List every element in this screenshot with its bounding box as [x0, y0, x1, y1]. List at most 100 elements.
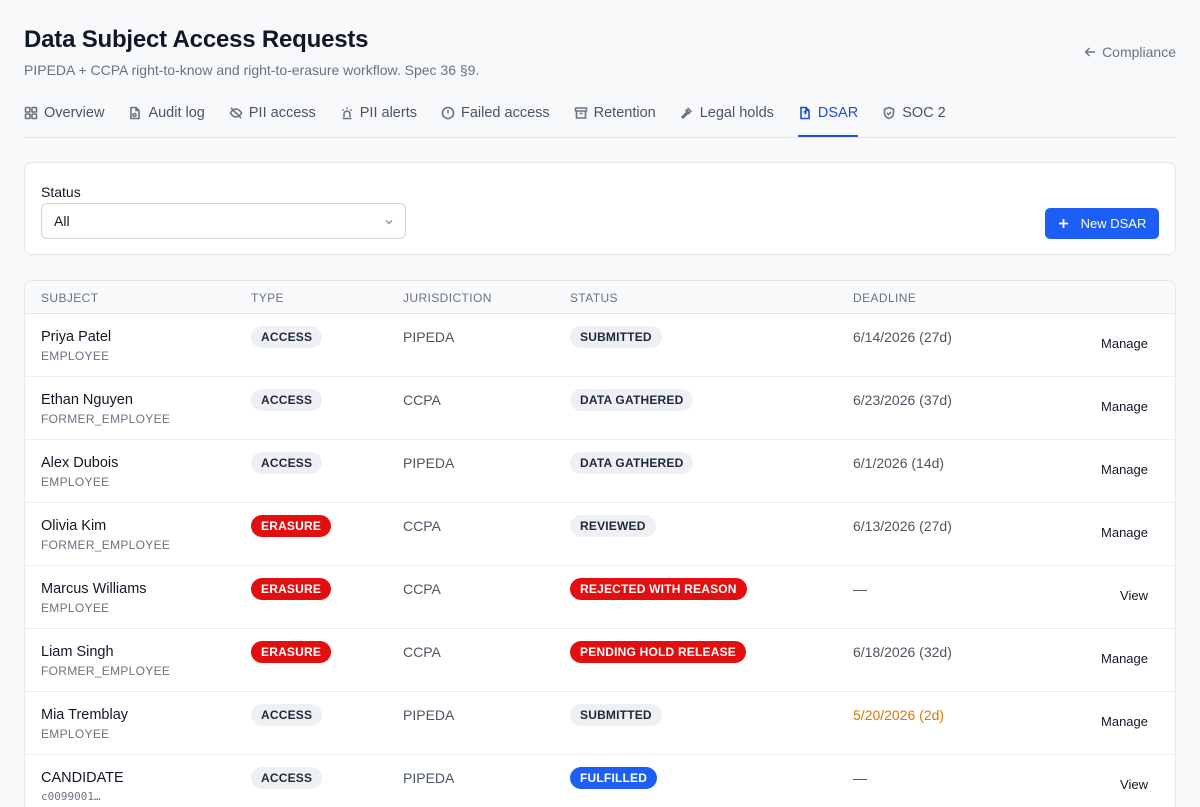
jurisdiction: PIPEDA	[403, 329, 455, 345]
deadline: 6/14/2026 (27d)	[853, 329, 952, 345]
subject-name: Marcus Williams	[41, 581, 147, 597]
subject-name: Priya Patel	[41, 329, 112, 345]
type-badge: ACCESS	[251, 389, 323, 411]
tab-label: Retention	[593, 104, 656, 121]
tab-label: PII alerts	[359, 104, 417, 121]
table-row: Priya Patel EMPLOYEE ACCESS PIPEDA SUBMI…	[25, 314, 1175, 377]
deadline: 6/1/2026 (14d)	[853, 455, 945, 471]
table-header: SUBJECT TYPE JURISDICTION STATUS DEADLIN…	[25, 281, 1175, 314]
tab-label: Failed access	[460, 104, 550, 121]
subject-kind: c0099001…	[41, 790, 101, 803]
tab-label: Overview	[44, 104, 105, 121]
back-link-label: Compliance	[1102, 44, 1176, 60]
new-dsar-button[interactable]: New DSAR	[1045, 208, 1159, 239]
manage-link[interactable]: Manage	[1101, 399, 1148, 414]
status-filter-select[interactable]: All	[41, 203, 406, 239]
status-badge: DATA GATHERED	[570, 452, 694, 474]
type-badge: ACCESS	[251, 767, 323, 789]
tab-label: SOC 2	[902, 104, 946, 121]
alert-circle-icon	[441, 106, 455, 119]
tab-label: Legal holds	[699, 104, 774, 121]
subject-kind: EMPLOYEE	[41, 475, 110, 489]
manage-link[interactable]: Manage	[1101, 714, 1148, 729]
jurisdiction: PIPEDA	[403, 770, 455, 786]
deadline: 6/18/2026 (32d)	[853, 644, 952, 660]
table-row: Mia Tremblay EMPLOYEE ACCESS PIPEDA SUBM…	[25, 692, 1175, 755]
status-badge: FULFILLED	[570, 767, 658, 789]
tab-label: Audit log	[148, 104, 205, 121]
manage-link[interactable]: Manage	[1101, 462, 1148, 477]
tab-dsar[interactable]: DSAR	[797, 96, 859, 137]
manage-link[interactable]: Manage	[1101, 651, 1148, 666]
page-title: Data Subject Access Requests	[24, 26, 369, 53]
deadline: 5/20/2026 (2d)	[853, 707, 945, 723]
page-subtitle: PIPEDA + CCPA right-to-know and right-to…	[24, 62, 480, 78]
tab-pii-access[interactable]: PII access	[229, 96, 316, 137]
type-badge: ACCESS	[251, 452, 323, 474]
type-badge: ERASURE	[251, 641, 332, 663]
tab-bar: Overview Audit log PII access PII alerts…	[24, 96, 1176, 138]
jurisdiction: PIPEDA	[403, 455, 455, 471]
status-badge: DATA GATHERED	[570, 389, 694, 411]
subject-name: Alex Dubois	[41, 455, 119, 471]
type-badge: ACCESS	[251, 704, 323, 726]
jurisdiction: CCPA	[403, 518, 441, 534]
table-row: Alex Dubois EMPLOYEE ACCESS PIPEDA DATA …	[25, 440, 1175, 503]
eye-off-icon	[229, 106, 243, 119]
tab-audit-log[interactable]: Audit log	[128, 96, 205, 137]
type-badge: ACCESS	[251, 326, 323, 348]
table-row: Ethan Nguyen FORMER_EMPLOYEE ACCESS CCPA…	[25, 377, 1175, 440]
type-badge: ERASURE	[251, 515, 332, 537]
tab-failed-access[interactable]: Failed access	[441, 96, 550, 137]
subject-name: Liam Singh	[41, 644, 114, 660]
column-header-jurisdiction: JURISDICTION	[403, 291, 492, 305]
tab-retention[interactable]: Retention	[574, 96, 656, 137]
grid-icon	[24, 106, 38, 119]
deadline: 6/23/2026 (37d)	[853, 392, 952, 408]
new-dsar-label: New DSAR	[1080, 216, 1147, 231]
subject-kind: EMPLOYEE	[41, 601, 110, 615]
subject-name: Olivia Kim	[41, 518, 107, 534]
table-row: Olivia Kim FORMER_EMPLOYEE ERASURE CCPA …	[25, 503, 1175, 566]
column-header-type: TYPE	[251, 291, 284, 305]
arrow-left-icon	[1084, 47, 1096, 57]
tab-overview[interactable]: Overview	[24, 96, 104, 137]
subject-kind: FORMER_EMPLOYEE	[41, 664, 171, 678]
filter-card: Status All New DSAR	[24, 162, 1176, 255]
status-badge: SUBMITTED	[570, 326, 662, 348]
dsar-table: SUBJECT TYPE JURISDICTION STATUS DEADLIN…	[24, 280, 1176, 807]
column-header-status: STATUS	[570, 291, 618, 305]
document-icon	[800, 106, 810, 119]
subject-name: Mia Tremblay	[41, 707, 129, 723]
status-badge: SUBMITTED	[570, 704, 662, 726]
deadline: —	[853, 770, 867, 786]
table-row: CANDIDATE c0099001… ACCESS PIPEDA FULFIL…	[25, 755, 1175, 807]
manage-link[interactable]: Manage	[1101, 336, 1148, 351]
tab-label: DSAR	[817, 104, 859, 121]
shield-icon	[883, 106, 895, 119]
manage-link[interactable]: Manage	[1101, 525, 1148, 540]
tab-pii-alerts[interactable]: PII alerts	[340, 96, 417, 137]
tab-legal-holds[interactable]: Legal holds	[680, 96, 774, 137]
plus-icon	[1058, 219, 1068, 228]
jurisdiction: CCPA	[403, 581, 441, 597]
file-icon	[130, 106, 141, 119]
gavel-icon	[680, 106, 692, 119]
column-header-deadline: DEADLINE	[853, 291, 917, 305]
view-link[interactable]: View	[1120, 588, 1148, 603]
siren-icon	[341, 107, 352, 119]
subject-kind: EMPLOYEE	[41, 349, 110, 363]
subject-name: Ethan Nguyen	[41, 392, 133, 408]
deadline: 6/13/2026 (27d)	[853, 518, 952, 534]
status-badge: REVIEWED	[570, 515, 656, 537]
back-to-compliance-link[interactable]: Compliance	[1084, 44, 1176, 60]
tab-soc2[interactable]: SOC 2	[882, 96, 946, 137]
status-filter-label: Status	[41, 184, 81, 200]
page-header: Data Subject Access Requests PIPEDA + CC…	[24, 0, 1176, 96]
column-header-subject: SUBJECT	[41, 291, 99, 305]
jurisdiction: PIPEDA	[403, 707, 455, 723]
jurisdiction: CCPA	[403, 644, 441, 660]
view-link[interactable]: View	[1120, 777, 1148, 792]
jurisdiction: CCPA	[403, 392, 441, 408]
type-badge: ERASURE	[251, 578, 332, 600]
